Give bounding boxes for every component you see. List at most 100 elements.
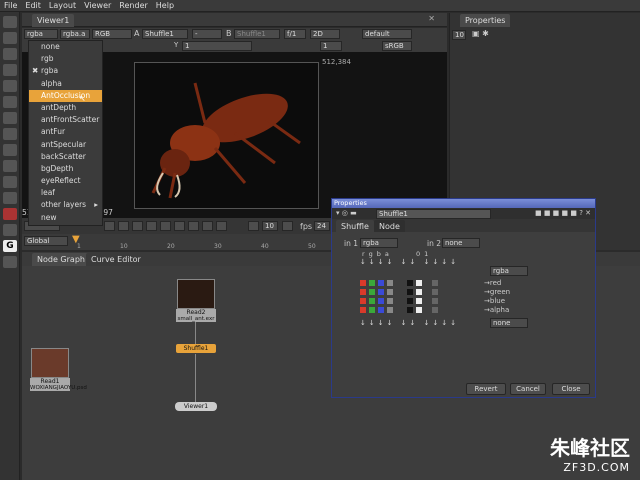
fps-field[interactable]: 24: [314, 221, 330, 231]
swatch-a-green[interactable]: [387, 289, 393, 295]
swatch-a-red[interactable]: [387, 280, 393, 286]
dialog-tools-icon[interactable]: ▾ ◎ ▬: [336, 209, 357, 217]
stop-icon[interactable]: [160, 221, 171, 231]
dd-item-leaf[interactable]: leaf: [29, 187, 102, 199]
swatch-0-red[interactable]: [407, 280, 413, 286]
play-back-icon[interactable]: [146, 221, 157, 231]
dd-item-bgdepth[interactable]: bgDepth: [29, 163, 102, 175]
in1-select[interactable]: rgba: [360, 238, 398, 248]
swatch-in2-blue[interactable]: [432, 298, 438, 304]
menu-help[interactable]: Help: [156, 1, 174, 10]
other-tool-icon[interactable]: [3, 208, 17, 220]
swatch-b-blue[interactable]: [378, 298, 384, 304]
swatch-b-alpha[interactable]: [378, 307, 384, 313]
lut-select[interactable]: default: [362, 29, 412, 39]
3d-tool-icon[interactable]: [3, 160, 17, 172]
b-input-select[interactable]: Shuffle1: [234, 29, 280, 39]
swatch-1-alpha[interactable]: [416, 307, 422, 313]
gamma-field[interactable]: 1: [182, 41, 252, 51]
swatch-r-green[interactable]: [360, 289, 366, 295]
range-select[interactable]: Global: [24, 236, 68, 246]
channels-select[interactable]: rgba: [24, 29, 58, 39]
dd-item-rgba[interactable]: ✖ rgba: [29, 65, 102, 77]
swatch-in2-alpha[interactable]: [432, 307, 438, 313]
dd-item-alpha[interactable]: alpha: [29, 78, 102, 90]
layer-select[interactable]: rgba.a: [60, 29, 90, 39]
dd-item-other-layers[interactable]: other layers ▸: [29, 199, 102, 211]
node-name-field[interactable]: Shuffle1: [376, 209, 491, 219]
swatch-g-red[interactable]: [369, 280, 375, 286]
play-icon[interactable]: [174, 221, 185, 231]
swatch-1-red[interactable]: [416, 280, 422, 286]
plugin-tool-icon[interactable]: [3, 256, 17, 268]
close-button[interactable]: Close: [552, 383, 590, 395]
swatch-1-blue[interactable]: [416, 298, 422, 304]
tab-node-graph[interactable]: Node Graph: [32, 253, 90, 266]
menu-viewer[interactable]: Viewer: [84, 1, 111, 10]
dd-item-none[interactable]: none: [29, 41, 102, 53]
display-select[interactable]: RGB: [92, 29, 132, 39]
swatch-b-red[interactable]: [378, 280, 384, 286]
read2-node[interactable]: Read2 small_ant.exr: [176, 279, 216, 322]
menu-render[interactable]: Render: [119, 1, 147, 10]
a-op-select[interactable]: -: [192, 29, 222, 39]
viewer-node[interactable]: Viewer1: [175, 402, 217, 411]
jump-back-icon[interactable]: [248, 221, 259, 231]
tab-properties[interactable]: Properties: [460, 14, 511, 27]
out2-select[interactable]: none: [490, 318, 528, 328]
menu-edit[interactable]: Edit: [25, 1, 41, 10]
swatch-in2-green[interactable]: [432, 289, 438, 295]
metadata-tool-icon[interactable]: [3, 192, 17, 204]
filter-tool-icon[interactable]: [3, 96, 17, 108]
swatch-r-red[interactable]: [360, 280, 366, 286]
time-tool-icon[interactable]: [3, 48, 17, 60]
next-key-icon[interactable]: [202, 221, 213, 231]
dd-item-antfur[interactable]: antFur: [29, 126, 102, 138]
menu-layout[interactable]: Layout: [49, 1, 76, 10]
read1-node[interactable]: Read1 WOXIANGJIAOYU.psd: [30, 348, 87, 391]
shuffle-node[interactable]: Shuffle1: [176, 344, 216, 353]
draw-tool-icon[interactable]: [3, 32, 17, 44]
swatch-0-green[interactable]: [407, 289, 413, 295]
properties-tools-icon[interactable]: ▣ ✱: [472, 29, 489, 38]
swatch-a-alpha[interactable]: [387, 307, 393, 313]
colorspace-select[interactable]: sRGB: [382, 41, 412, 51]
dd-item-antocclusion[interactable]: AntOcclusion ↖: [29, 89, 102, 103]
furnace-tool-icon[interactable]: [3, 224, 17, 236]
dd-item-eyereflect[interactable]: eyeReflect: [29, 175, 102, 187]
menu-file[interactable]: File: [4, 1, 17, 10]
step-back-icon[interactable]: [132, 221, 143, 231]
swatch-0-alpha[interactable]: [407, 307, 413, 313]
dd-item-new[interactable]: new: [29, 212, 102, 224]
tab-curve-editor[interactable]: Curve Editor: [86, 253, 146, 266]
prev-key-icon[interactable]: [118, 221, 129, 231]
step-forward-icon[interactable]: [188, 221, 199, 231]
dd-item-backscatter[interactable]: backScatter: [29, 151, 102, 163]
jump-forward-icon[interactable]: [282, 221, 293, 231]
keyer-tool-icon[interactable]: [3, 112, 17, 124]
swatch-a-blue[interactable]: [387, 298, 393, 304]
out-layer-select[interactable]: rgba: [490, 266, 528, 276]
tab-viewer1[interactable]: Viewer1: [32, 14, 75, 27]
view-select[interactable]: 2D: [310, 29, 340, 39]
revert-button[interactable]: Revert: [466, 383, 506, 395]
first-frame-icon[interactable]: [104, 221, 115, 231]
dd-item-antdepth[interactable]: antDepth: [29, 102, 102, 114]
gain-field[interactable]: f/1: [284, 29, 306, 39]
frame-field[interactable]: 1: [320, 41, 342, 51]
gizmo-tool-icon[interactable]: G: [3, 240, 17, 252]
dd-item-antfrontscatter[interactable]: antFrontScatter: [29, 114, 102, 126]
last-frame-icon[interactable]: [216, 221, 227, 231]
swatch-in2-red[interactable]: [432, 280, 438, 286]
dd-item-antspecular[interactable]: antSpecular: [29, 139, 102, 151]
merge-tool-icon[interactable]: [3, 128, 17, 140]
step-field[interactable]: 10: [262, 221, 278, 231]
swatch-b-green[interactable]: [378, 289, 384, 295]
image-tool-icon[interactable]: [3, 16, 17, 28]
swatch-g-green[interactable]: [369, 289, 375, 295]
views-tool-icon[interactable]: [3, 176, 17, 188]
swatch-1-green[interactable]: [416, 289, 422, 295]
swatch-0-blue[interactable]: [407, 298, 413, 304]
swatch-r-alpha[interactable]: [360, 307, 366, 313]
channel-tool-icon[interactable]: [3, 64, 17, 76]
